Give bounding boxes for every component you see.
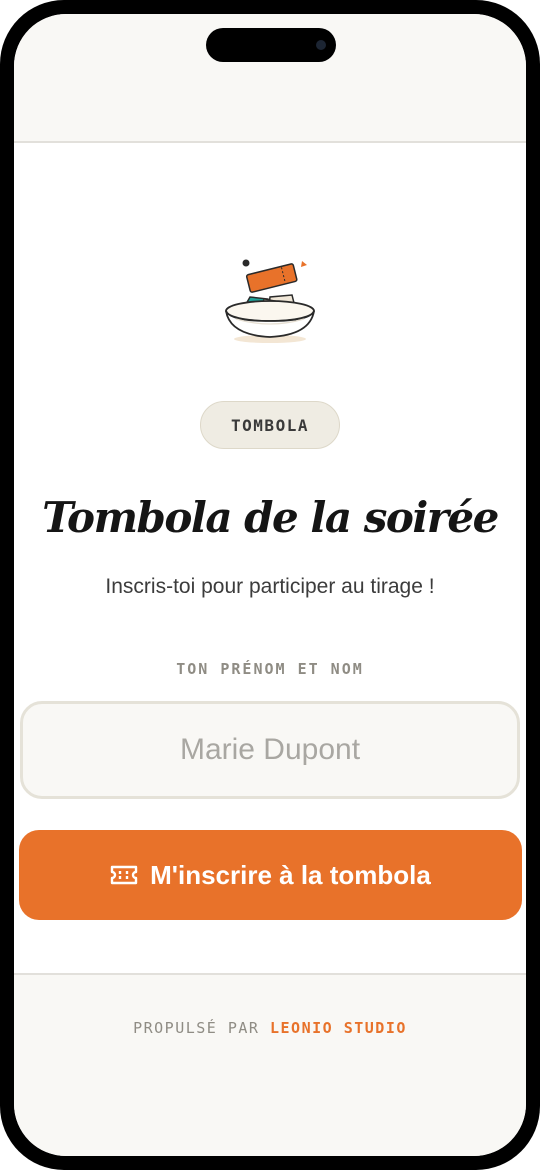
ticket-bowl-illustration xyxy=(220,251,320,351)
camera-icon xyxy=(316,40,326,50)
register-button[interactable]: M'inscrire à la tombola xyxy=(19,830,522,920)
main-content: TOMBOLA Tombola de la soirée Inscris-toi… xyxy=(14,143,526,973)
leonio-studio-link[interactable]: LEONIO STUDIO xyxy=(270,1019,407,1037)
ticket-bowl-icon xyxy=(225,259,315,343)
footer-credit: PROPULSÉ PAR LEONIO STUDIO xyxy=(14,1019,526,1037)
footer-prefix: PROPULSÉ PAR xyxy=(133,1019,260,1037)
phone-frame: TOMBOLA Tombola de la soirée Inscris-toi… xyxy=(0,0,540,1170)
dynamic-island xyxy=(206,28,336,62)
name-input[interactable] xyxy=(20,701,520,799)
footer: PROPULSÉ PAR LEONIO STUDIO xyxy=(14,973,526,1156)
ticket-icon xyxy=(110,865,138,885)
tombola-badge: TOMBOLA xyxy=(200,401,340,449)
page-title: Tombola de la soirée xyxy=(42,493,499,542)
app-screen: TOMBOLA Tombola de la soirée Inscris-toi… xyxy=(14,14,526,1156)
register-button-label: M'inscrire à la tombola xyxy=(150,859,431,890)
page-subtitle: Inscris-toi pour participer au tirage ! xyxy=(105,575,435,598)
name-field-label: TON PRÉNOM ET NOM xyxy=(176,660,364,678)
